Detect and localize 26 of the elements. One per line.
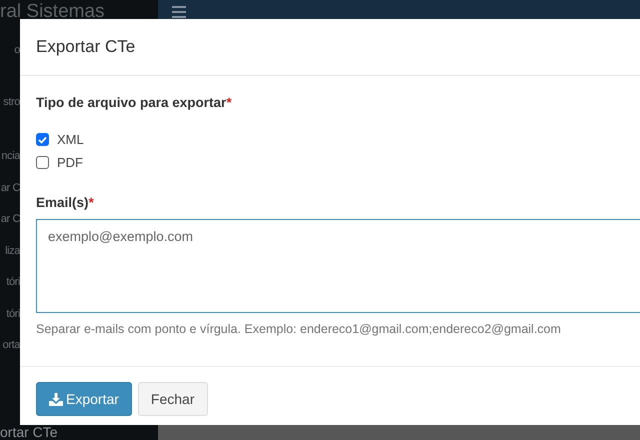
- sidebar-item[interactable]: ar C: [0, 172, 20, 204]
- brand-title: ral Sistemas: [0, 0, 106, 19]
- required-mark: *: [88, 195, 94, 210]
- field-label: Email(s): [36, 195, 89, 210]
- sidebar-item[interactable]: orta: [2, 330, 20, 362]
- checkbox[interactable]: [36, 133, 49, 146]
- help-text: Separar e-mails com ponto e vírgula. Exemplo: endereco1@gmail.com;endereco2@gmail.com: [36, 322, 562, 336]
- checkbox-label: PDF: [57, 155, 83, 170]
- field-label: Tipo de arquivo para exportar: [36, 95, 226, 110]
- checkbox-label: XML: [57, 132, 84, 147]
- dialog-title: Exportar CTe: [36, 37, 136, 57]
- sidebar-item[interactable]: ncia: [1, 141, 20, 172]
- checkbox[interactable]: [36, 156, 49, 169]
- sidebar-item[interactable]: stro: [3, 81, 20, 123]
- sidebar-item[interactable]: o: [14, 29, 20, 71]
- export-button[interactable]: Exportar: [36, 382, 132, 416]
- sidebar-item[interactable]: tóri: [6, 267, 20, 298]
- sidebar-item[interactable]: ar C: [0, 204, 20, 236]
- email-field[interactable]: exemplo@exemplo.com: [36, 219, 640, 313]
- close-button[interactable]: Fechar: [138, 382, 208, 416]
- menu-icon[interactable]: [172, 6, 186, 18]
- sidebar-item[interactable]: ortar CTe: [0, 425, 58, 440]
- required-mark: *: [226, 95, 232, 110]
- sidebar-item[interactable]: liza: [5, 236, 20, 267]
- download-icon: [49, 392, 63, 406]
- sidebar-item[interactable]: tóri: [6, 298, 20, 330]
